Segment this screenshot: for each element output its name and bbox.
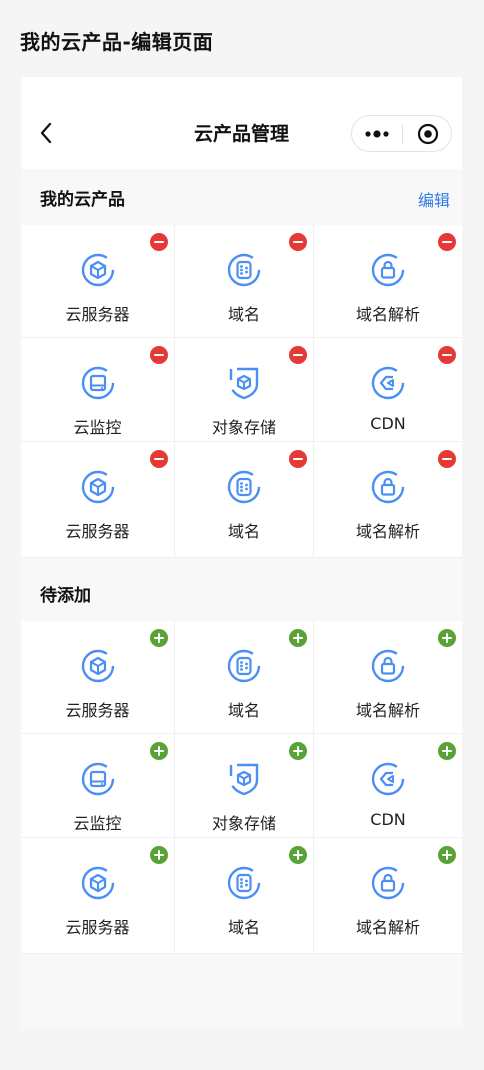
cdn-icon — [369, 364, 407, 402]
remove-product-button[interactable] — [150, 450, 168, 468]
more-button[interactable] — [352, 116, 402, 151]
target-close-icon — [417, 123, 439, 144]
product-tile[interactable]: 域名解析 — [314, 838, 462, 954]
product-tile[interactable]: 域名 — [175, 838, 314, 954]
product-name: 域名 — [227, 305, 260, 324]
product-name: 云服务器 — [65, 918, 130, 937]
product-tile[interactable]: 云服务器 — [21, 621, 175, 734]
remove-product-button[interactable] — [289, 450, 307, 468]
my-products-grid: 云服务器 域名 域名解析 云监控 对象存储 CDN 云服务器 域名 域名解析 — [21, 225, 462, 558]
product-tile[interactable]: 对象存储 — [175, 338, 314, 442]
cloud-monitor-icon — [79, 760, 117, 798]
product-name: 域名解析 — [355, 522, 420, 541]
domain-icon — [225, 864, 263, 902]
cloud-server-icon — [79, 468, 117, 506]
dns-resolve-icon — [369, 647, 407, 685]
dns-resolve-icon — [369, 468, 407, 506]
phone-frame: 云产品管理 我的云产品 编辑 云服务器 域名 域名解析 云监控 对象存储 CDN 云服务器域… — [21, 77, 462, 1028]
more-dots-icon — [365, 129, 389, 138]
remove-product-button[interactable] — [289, 233, 307, 251]
cloud-server-icon — [79, 864, 117, 902]
add-product-button[interactable] — [438, 742, 456, 760]
add-product-button[interactable] — [150, 629, 168, 647]
product-name: CDN — [370, 810, 406, 829]
remove-product-button[interactable] — [150, 233, 168, 251]
domain-icon — [225, 647, 263, 685]
add-product-button[interactable] — [289, 846, 307, 864]
remove-product-button[interactable] — [438, 346, 456, 364]
product-tile[interactable]: 域名 — [175, 442, 314, 558]
product-name: 域名 — [227, 701, 260, 720]
product-tile[interactable]: 域名 — [175, 621, 314, 734]
section-title-to-add: 待添加 — [40, 586, 91, 606]
cloud-server-icon — [79, 647, 117, 685]
dns-resolve-icon — [369, 251, 407, 289]
product-tile[interactable]: 域名解析 — [314, 442, 462, 558]
product-tile[interactable]: CDN — [314, 338, 462, 442]
product-name: 域名 — [227, 522, 260, 541]
product-name: 云服务器 — [65, 305, 130, 324]
cloud-server-icon — [79, 251, 117, 289]
product-name: 云服务器 — [65, 522, 130, 541]
add-product-button[interactable] — [150, 742, 168, 760]
product-tile[interactable]: 域名解析 — [314, 225, 462, 338]
product-name: 对象存储 — [211, 814, 276, 833]
object-storage-icon — [225, 364, 263, 402]
cloud-monitor-icon — [79, 364, 117, 402]
add-product-button[interactable] — [289, 629, 307, 647]
cdn-icon — [369, 760, 407, 798]
remove-product-button[interactable] — [150, 346, 168, 364]
add-product-button[interactable] — [289, 742, 307, 760]
remove-product-button[interactable] — [289, 346, 307, 364]
add-product-button[interactable] — [438, 629, 456, 647]
product-name: 域名解析 — [355, 918, 420, 937]
domain-icon — [225, 468, 263, 506]
navbar: 云产品管理 — [21, 77, 462, 169]
product-name: CDN — [370, 414, 406, 433]
product-name: 云监控 — [73, 814, 122, 833]
to-add-header: 待添加 — [21, 565, 462, 621]
product-name: 域名 — [227, 918, 260, 937]
add-product-button[interactable] — [150, 846, 168, 864]
product-tile[interactable]: CDN — [314, 734, 462, 838]
product-tile[interactable]: 域名 — [175, 225, 314, 338]
section-title-my-products: 我的云产品 — [40, 190, 125, 210]
close-mini-program-button[interactable] — [403, 116, 453, 151]
domain-icon — [225, 251, 263, 289]
dns-resolve-icon — [369, 864, 407, 902]
product-name: 云监控 — [73, 418, 122, 437]
product-name: 对象存储 — [211, 418, 276, 437]
mini-program-capsule — [351, 115, 452, 152]
product-name: 域名解析 — [355, 701, 420, 720]
product-name: 云服务器 — [65, 701, 130, 720]
remove-product-button[interactable] — [438, 450, 456, 468]
product-tile[interactable]: 云服务器 — [21, 442, 175, 558]
product-tile[interactable]: 域名解析 — [314, 621, 462, 734]
product-tile[interactable]: 云服务器 — [21, 225, 175, 338]
product-name: 域名解析 — [355, 305, 420, 324]
add-product-button[interactable] — [438, 846, 456, 864]
to-add-grid: 云服务器 域名 域名解析 云监控 对象存储 CDN 云服务器 域名 域名解析 — [21, 621, 462, 954]
object-storage-icon — [225, 760, 263, 798]
page-title: 我的云产品-编辑页面 — [20, 30, 214, 54]
product-tile[interactable]: 云服务器 — [21, 838, 175, 954]
product-tile[interactable]: 云监控 — [21, 338, 175, 442]
remove-product-button[interactable] — [438, 233, 456, 251]
product-tile[interactable]: 对象存储 — [175, 734, 314, 838]
product-tile[interactable]: 云监控 — [21, 734, 175, 838]
edit-button[interactable]: 编辑 — [418, 187, 450, 211]
my-products-header: 我的云产品 编辑 — [21, 169, 462, 225]
